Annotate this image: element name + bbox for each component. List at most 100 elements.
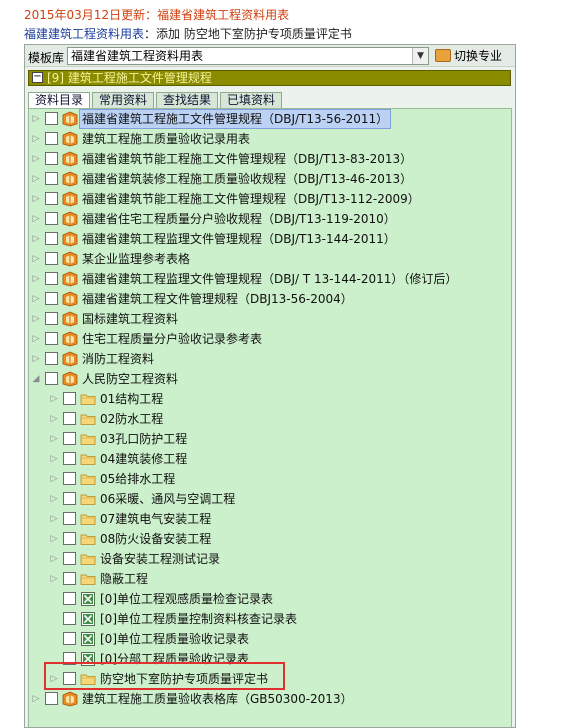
tree-checkbox[interactable]	[45, 132, 58, 145]
tree-checkbox[interactable]	[45, 232, 58, 245]
breadcrumb-link[interactable]: 福建建筑工程资料用表	[24, 27, 144, 41]
tree-item-label[interactable]: 福建省建筑工程监理文件管理规程（DBJ/T13-144-2011）	[80, 230, 398, 248]
tree-item-label[interactable]: 福建省建筑节能工程施工文件管理规程（DBJ/T13-83-2013）	[80, 150, 414, 168]
tree-row[interactable]: ▷ 消防工程资料	[29, 349, 511, 369]
collapse-arrow-icon[interactable]: ▷	[49, 432, 59, 446]
tree-row[interactable]: ▷ 01结构工程	[29, 389, 511, 409]
tab-catalog[interactable]: 资料目录	[28, 92, 91, 108]
tree-checkbox[interactable]	[63, 512, 76, 525]
collapse-arrow-icon[interactable]: ▷	[31, 252, 41, 266]
tree-row[interactable]: [0]单位工程质量验收记录表	[29, 629, 511, 649]
tree-item-label[interactable]: 08防火设备安装工程	[98, 530, 213, 548]
collapse-arrow-icon[interactable]: ▷	[31, 132, 41, 146]
tree-checkbox[interactable]	[45, 112, 58, 125]
tree-item-label[interactable]: 06采暖、通风与空调工程	[98, 490, 237, 508]
tree-checkbox[interactable]	[45, 312, 58, 325]
tree-item-label[interactable]: 人民防空工程资料	[80, 370, 180, 388]
tree-row[interactable]: ▷ 福建省建筑工程文件管理规程（DBJ13-56-2004）	[29, 289, 511, 309]
tree-checkbox[interactable]	[45, 252, 58, 265]
collapse-arrow-icon[interactable]: ▷	[31, 292, 41, 306]
tree-row[interactable]: ▷ 福建省建筑节能工程施工文件管理规程（DBJ/T13-83-2013）	[29, 149, 511, 169]
tree-item-label[interactable]: 消防工程资料	[80, 350, 156, 368]
tree-checkbox[interactable]	[45, 692, 58, 705]
tab-search-results[interactable]: 查找结果	[156, 92, 219, 108]
collapse-arrow-icon[interactable]: ▷	[31, 312, 41, 326]
tree-row[interactable]: ▷ 福建省住宅工程质量分户验收规程（DBJ/T13-119-2010）	[29, 209, 511, 229]
tree-checkbox[interactable]	[63, 472, 76, 485]
tree-row[interactable]: ▷ 福建省建筑节能工程施工文件管理规程（DBJ/T13-112-2009）	[29, 189, 511, 209]
tree-item-label[interactable]: [0]单位工程观感质量检查记录表	[98, 590, 275, 608]
tree-checkbox[interactable]	[45, 272, 58, 285]
switch-specialty-button[interactable]: 切换专业	[435, 47, 513, 65]
tree-row[interactable]: ◢ 人民防空工程资料	[29, 369, 511, 389]
tree-checkbox[interactable]	[63, 412, 76, 425]
tree-row[interactable]: ▷ 03孔口防护工程	[29, 429, 511, 449]
tree-row[interactable]: ▷ 建筑工程施工质量验收表格库（GB50300-2013）	[29, 689, 511, 709]
tree-checkbox[interactable]	[45, 292, 58, 305]
tree-item-label[interactable]: 福建省住宅工程质量分户验收规程（DBJ/T13-119-2010）	[80, 210, 398, 228]
tree-item-label[interactable]: 01结构工程	[98, 390, 165, 408]
tree-row[interactable]: ▷ 福建省建筑工程监理文件管理规程（DBJ/ T 13-144-2011）（修订后…	[29, 269, 511, 289]
collapse-arrow-icon[interactable]: ▷	[31, 352, 41, 366]
tree-item-label[interactable]: [0]分部工程质量验收记录表	[98, 650, 251, 668]
collapse-arrow-icon[interactable]: ▷	[31, 172, 41, 186]
tree-checkbox[interactable]	[63, 392, 76, 405]
tree-item-label[interactable]: [0]单位工程质量控制资料核查记录表	[98, 610, 299, 628]
collapse-arrow-icon[interactable]: ▷	[49, 452, 59, 466]
chevron-down-icon[interactable]: ▼	[412, 48, 428, 64]
tree-row[interactable]: ▷ 隐蔽工程	[29, 569, 511, 589]
tree-checkbox[interactable]	[63, 572, 76, 585]
tree-item-label[interactable]: 07建筑电气安装工程	[98, 510, 213, 528]
tree-row[interactable]: ▷ 国标建筑工程资料	[29, 309, 511, 329]
tree-checkbox[interactable]	[45, 152, 58, 165]
tree-checkbox[interactable]	[45, 372, 58, 385]
collapse-arrow-icon[interactable]: ▷	[49, 572, 59, 586]
tree-item-label[interactable]: 福建省建筑工程施工文件管理规程（DBJ/T13-56-2011）	[78, 109, 392, 129]
tree-item-label[interactable]: 02防水工程	[98, 410, 165, 428]
collapse-arrow-icon[interactable]: ▷	[49, 392, 59, 406]
tree-row[interactable]: ▷ 05给排水工程	[29, 469, 511, 489]
tree-item-label[interactable]: [0]单位工程质量验收记录表	[98, 630, 251, 648]
tree-row[interactable]: ▷ 07建筑电气安装工程	[29, 509, 511, 529]
collapse-arrow-icon[interactable]: ▷	[31, 232, 41, 246]
template-select[interactable]: 福建省建筑工程资料用表 ▼	[67, 47, 429, 65]
tree-row[interactable]: ▷ 建筑工程施工质量验收记录用表	[29, 129, 511, 149]
tree-row[interactable]: ▷ 某企业监理参考表格	[29, 249, 511, 269]
expand-arrow-icon[interactable]: ◢	[31, 372, 41, 386]
tree-item-label[interactable]: 04建筑装修工程	[98, 450, 189, 468]
tree-item-label[interactable]: 隐蔽工程	[98, 570, 150, 588]
tree-item-label[interactable]: 福建省建筑装修工程施工质量验收规程（DBJ/T13-46-2013）	[80, 170, 414, 188]
tree-row[interactable]: [0]单位工程观感质量检查记录表	[29, 589, 511, 609]
collapse-arrow-icon[interactable]: ▷	[49, 412, 59, 426]
tree-checkbox[interactable]	[45, 172, 58, 185]
tree-item-label[interactable]: 福建省建筑工程监理文件管理规程（DBJ/ T 13-144-2011）（修订后）	[80, 270, 459, 288]
tab-common[interactable]: 常用资料	[92, 92, 155, 108]
collapse-arrow-icon[interactable]: ▷	[49, 472, 59, 486]
collapse-arrow-icon[interactable]: ▷	[49, 672, 59, 686]
collapse-arrow-icon[interactable]: ▷	[49, 532, 59, 546]
collapse-arrow-icon[interactable]: ▷	[31, 692, 41, 706]
tree-item-label[interactable]: 住宅工程质量分户验收记录参考表	[80, 330, 264, 348]
tree-checkbox[interactable]	[63, 492, 76, 505]
collapse-icon[interactable]: −	[32, 72, 43, 83]
collapse-arrow-icon[interactable]: ▷	[31, 192, 41, 206]
tree-checkbox[interactable]	[63, 672, 76, 685]
tree-checkbox[interactable]	[63, 632, 76, 645]
tree-checkbox[interactable]	[63, 452, 76, 465]
tree-checkbox[interactable]	[63, 612, 76, 625]
tree-checkbox[interactable]	[45, 352, 58, 365]
tree-checkbox[interactable]	[45, 212, 58, 225]
tree-row[interactable]: ▷ 设备安装工程测试记录	[29, 549, 511, 569]
tree-item-label[interactable]: 国标建筑工程资料	[80, 310, 180, 328]
collapse-arrow-icon[interactable]: ▷	[31, 152, 41, 166]
tree-checkbox[interactable]	[45, 332, 58, 345]
collapse-arrow-icon[interactable]: ▷	[49, 492, 59, 506]
collapse-arrow-icon[interactable]: ▷	[49, 512, 59, 526]
tree-row[interactable]: ▷ 防空地下室防护专项质量评定书	[29, 669, 511, 689]
tree-item-label[interactable]: 建筑工程施工质量验收表格库（GB50300-2013）	[80, 690, 355, 708]
tree-item-label[interactable]: 05给排水工程	[98, 470, 177, 488]
tree-item-label[interactable]: 建筑工程施工质量验收记录用表	[80, 130, 252, 148]
tree-row[interactable]: [0]分部工程质量验收记录表	[29, 649, 511, 669]
tree-checkbox[interactable]	[63, 552, 76, 565]
tree-item-label[interactable]: 福建省建筑节能工程施工文件管理规程（DBJ/T13-112-2009）	[80, 190, 422, 208]
